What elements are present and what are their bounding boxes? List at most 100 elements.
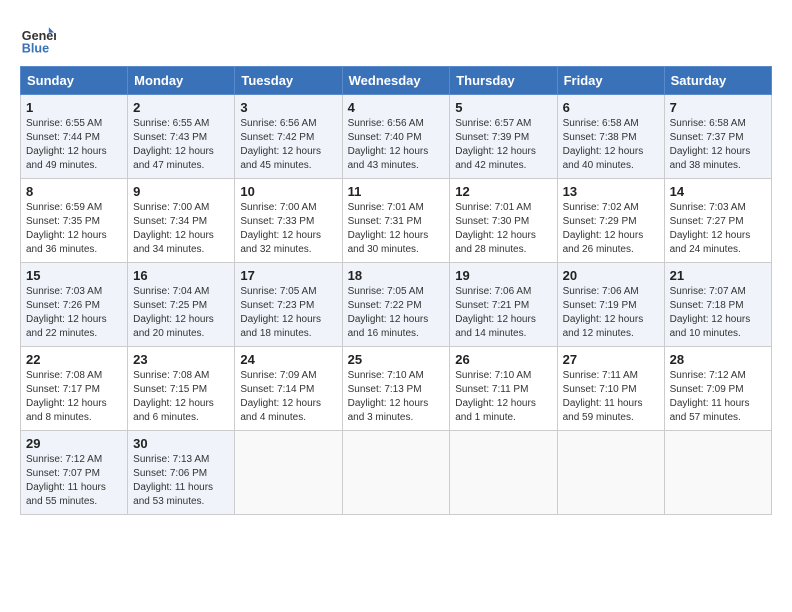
day-number: 29	[26, 436, 122, 451]
day-number: 9	[133, 184, 229, 199]
calendar-week-1: 1Sunrise: 6:55 AMSunset: 7:44 PMDaylight…	[21, 95, 772, 179]
day-number: 20	[563, 268, 659, 283]
day-number: 24	[240, 352, 336, 367]
day-info: Sunrise: 7:00 AMSunset: 7:34 PMDaylight:…	[133, 201, 229, 257]
calendar-cell: 18Sunrise: 7:05 AMSunset: 7:22 PMDayligh…	[342, 263, 450, 347]
calendar-cell: 12 Sunrise: 7:01 AMSunset: 7:30 PMDayligh…	[450, 179, 557, 263]
day-info: Sunrise: 6:55 AMSunset: 7:43 PMDaylight:…	[133, 117, 229, 173]
day-number: 15	[26, 268, 122, 283]
calendar-cell: 23 Sunrise: 7:08 AMSunset: 7:15 PMDayligh…	[128, 347, 235, 431]
calendar-table: SundayMondayTuesdayWednesdayThursdayFrid…	[20, 66, 772, 515]
calendar-cell: 13Sunrise: 7:02 AMSunset: 7:29 PMDayligh…	[557, 179, 664, 263]
logo: General Blue	[20, 20, 60, 56]
day-info: Sunrise: 7:04 AMSunset: 7:25 PMDaylight:…	[133, 285, 229, 341]
day-info: Sunrise: 7:07 AMSunset: 7:18 PMDaylight:…	[670, 285, 766, 341]
day-number: 6	[563, 100, 659, 115]
weekday-header-saturday: Saturday	[664, 67, 771, 95]
calendar-cell: 24 Sunrise: 7:09 AMSunset: 7:14 PMDayligh…	[235, 347, 342, 431]
day-number: 8	[26, 184, 122, 199]
day-info: Sunrise: 7:06 AMSunset: 7:21 PMDaylight:…	[455, 285, 551, 341]
day-info: Sunrise: 7:10 AMSunset: 7:13 PMDaylight:…	[348, 369, 445, 425]
calendar-week-2: 8 Sunrise: 6:59 AMSunset: 7:35 PMDaylight…	[21, 179, 772, 263]
day-info: Sunrise: 7:12 AMSunset: 7:09 PMDaylight:…	[670, 369, 766, 425]
day-number: 10	[240, 184, 336, 199]
calendar-cell: 6 Sunrise: 6:58 AMSunset: 7:38 PMDaylight…	[557, 95, 664, 179]
day-number: 3	[240, 100, 336, 115]
calendar-cell: 7 Sunrise: 6:58 AMSunset: 7:37 PMDaylight…	[664, 95, 771, 179]
day-number: 23	[133, 352, 229, 367]
calendar-cell: 3Sunrise: 6:56 AMSunset: 7:42 PMDaylight…	[235, 95, 342, 179]
calendar-cell: 19 Sunrise: 7:06 AMSunset: 7:21 PMDayligh…	[450, 263, 557, 347]
calendar-cell: 5 Sunrise: 6:57 AMSunset: 7:39 PMDaylight…	[450, 95, 557, 179]
day-info: Sunrise: 7:08 AMSunset: 7:15 PMDaylight:…	[133, 369, 229, 425]
weekday-header-sunday: Sunday	[21, 67, 128, 95]
calendar-header-row: SundayMondayTuesdayWednesdayThursdayFrid…	[21, 67, 772, 95]
day-info: Sunrise: 7:11 AMSunset: 7:10 PMDaylight:…	[563, 369, 659, 425]
day-number: 19	[455, 268, 551, 283]
calendar-cell: 11 Sunrise: 7:01 AMSunset: 7:31 PMDayligh…	[342, 179, 450, 263]
calendar-cell: 1Sunrise: 6:55 AMSunset: 7:44 PMDaylight…	[21, 95, 128, 179]
calendar-cell	[235, 431, 342, 515]
calendar-cell: 2 Sunrise: 6:55 AMSunset: 7:43 PMDaylight…	[128, 95, 235, 179]
day-number: 4	[348, 100, 445, 115]
day-info: Sunrise: 7:10 AMSunset: 7:11 PMDaylight:…	[455, 369, 551, 425]
calendar-cell	[450, 431, 557, 515]
logo-icon: General Blue	[20, 20, 56, 56]
calendar-cell: 30Sunrise: 7:13 AMSunset: 7:06 PMDayligh…	[128, 431, 235, 515]
calendar-week-4: 22Sunrise: 7:08 AMSunset: 7:17 PMDayligh…	[21, 347, 772, 431]
day-number: 22	[26, 352, 122, 367]
day-number: 5	[455, 100, 551, 115]
day-number: 26	[455, 352, 551, 367]
day-number: 13	[563, 184, 659, 199]
day-number: 27	[563, 352, 659, 367]
day-info: Sunrise: 7:09 AMSunset: 7:14 PMDaylight:…	[240, 369, 336, 425]
weekday-header-thursday: Thursday	[450, 67, 557, 95]
calendar-cell	[342, 431, 450, 515]
day-info: Sunrise: 6:57 AMSunset: 7:39 PMDaylight:…	[455, 117, 551, 173]
calendar-cell: 14 Sunrise: 7:03 AMSunset: 7:27 PMDayligh…	[664, 179, 771, 263]
day-info: Sunrise: 7:00 AMSunset: 7:33 PMDaylight:…	[240, 201, 336, 257]
day-number: 11	[348, 184, 445, 199]
calendar-cell: 26 Sunrise: 7:10 AMSunset: 7:11 PMDayligh…	[450, 347, 557, 431]
calendar-cell: 21Sunrise: 7:07 AMSunset: 7:18 PMDayligh…	[664, 263, 771, 347]
day-info: Sunrise: 7:06 AMSunset: 7:19 PMDaylight:…	[563, 285, 659, 341]
day-number: 1	[26, 100, 122, 115]
day-info: Sunrise: 7:05 AMSunset: 7:22 PMDaylight:…	[348, 285, 445, 341]
svg-text:Blue: Blue	[22, 41, 49, 55]
day-info: Sunrise: 6:58 AMSunset: 7:38 PMDaylight:…	[563, 117, 659, 173]
calendar-cell: 28 Sunrise: 7:12 AMSunset: 7:09 PMDayligh…	[664, 347, 771, 431]
calendar-cell: 16Sunrise: 7:04 AMSunset: 7:25 PMDayligh…	[128, 263, 235, 347]
day-number: 30	[133, 436, 229, 451]
day-info: Sunrise: 7:01 AMSunset: 7:30 PMDaylight:…	[455, 201, 551, 257]
calendar-cell: 17Sunrise: 7:05 AMSunset: 7:23 PMDayligh…	[235, 263, 342, 347]
day-info: Sunrise: 7:03 AMSunset: 7:27 PMDaylight:…	[670, 201, 766, 257]
calendar-cell: 4 Sunrise: 6:56 AMSunset: 7:40 PMDaylight…	[342, 95, 450, 179]
calendar-cell	[664, 431, 771, 515]
day-info: Sunrise: 7:05 AMSunset: 7:23 PMDaylight:…	[240, 285, 336, 341]
day-number: 14	[670, 184, 766, 199]
calendar-cell: 15 Sunrise: 7:03 AMSunset: 7:26 PMDayligh…	[21, 263, 128, 347]
calendar-week-3: 15 Sunrise: 7:03 AMSunset: 7:26 PMDayligh…	[21, 263, 772, 347]
day-info: Sunrise: 7:03 AMSunset: 7:26 PMDaylight:…	[26, 285, 122, 341]
calendar-cell: 10 Sunrise: 7:00 AMSunset: 7:33 PMDayligh…	[235, 179, 342, 263]
day-number: 25	[348, 352, 445, 367]
day-info: Sunrise: 7:12 AMSunset: 7:07 PMDaylight:…	[26, 453, 122, 509]
calendar-cell: 25 Sunrise: 7:10 AMSunset: 7:13 PMDayligh…	[342, 347, 450, 431]
day-info: Sunrise: 6:59 AMSunset: 7:35 PMDaylight:…	[26, 201, 122, 257]
day-info: Sunrise: 7:01 AMSunset: 7:31 PMDaylight:…	[348, 201, 445, 257]
calendar-week-5: 29 Sunrise: 7:12 AMSunset: 7:07 PMDayligh…	[21, 431, 772, 515]
day-number: 7	[670, 100, 766, 115]
calendar-body: 1Sunrise: 6:55 AMSunset: 7:44 PMDaylight…	[21, 95, 772, 515]
day-number: 2	[133, 100, 229, 115]
weekday-header-tuesday: Tuesday	[235, 67, 342, 95]
day-info: Sunrise: 6:58 AMSunset: 7:37 PMDaylight:…	[670, 117, 766, 173]
calendar-cell: 20 Sunrise: 7:06 AMSunset: 7:19 PMDayligh…	[557, 263, 664, 347]
day-number: 28	[670, 352, 766, 367]
day-info: Sunrise: 6:56 AMSunset: 7:40 PMDaylight:…	[348, 117, 445, 173]
calendar-cell: 8 Sunrise: 6:59 AMSunset: 7:35 PMDaylight…	[21, 179, 128, 263]
calendar-cell	[557, 431, 664, 515]
page-header: General Blue	[20, 20, 772, 56]
calendar-cell: 9 Sunrise: 7:00 AMSunset: 7:34 PMDaylight…	[128, 179, 235, 263]
day-number: 12	[455, 184, 551, 199]
calendar-cell: 29 Sunrise: 7:12 AMSunset: 7:07 PMDayligh…	[21, 431, 128, 515]
